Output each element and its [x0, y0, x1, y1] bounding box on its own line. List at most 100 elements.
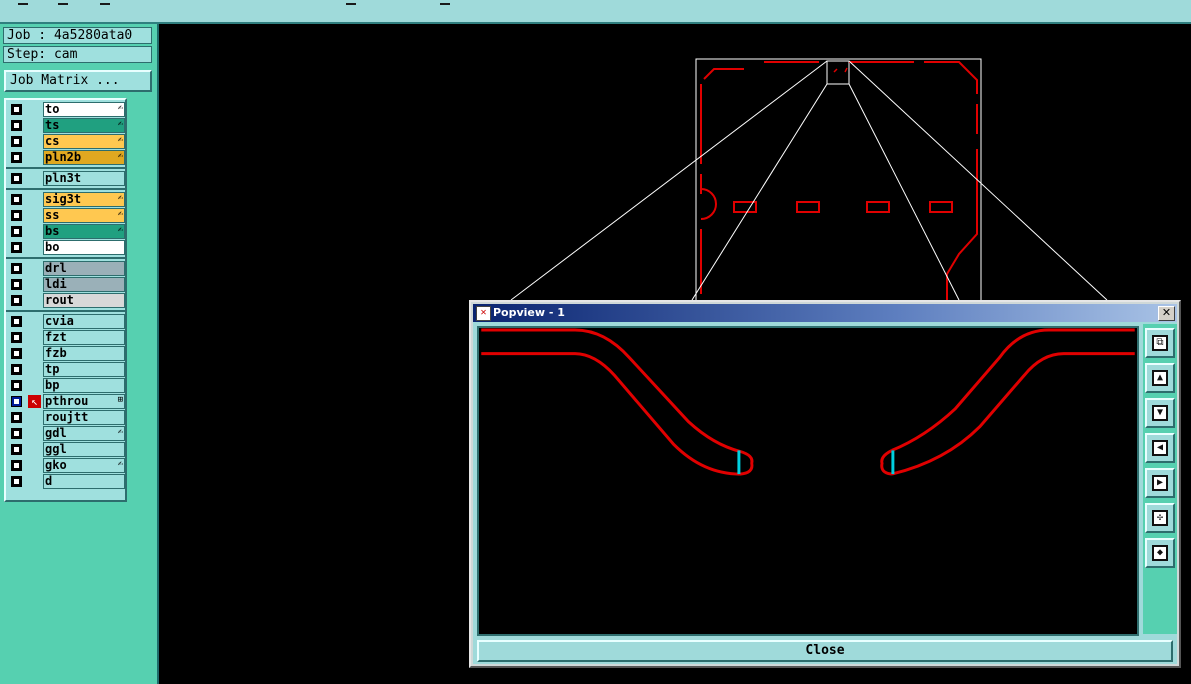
layer-row-ts[interactable]: ts ✍: [8, 118, 125, 133]
layer-checkbox[interactable]: [11, 380, 22, 391]
layer-row-drl[interactable]: drl: [8, 261, 125, 276]
layer-name[interactable]: gdl: [43, 426, 125, 441]
layer-row-pthrou[interactable]: ↖ pthrou ⊞: [8, 394, 125, 409]
edit-hand-icon: ✍: [117, 459, 123, 469]
layer-name[interactable]: ts: [43, 118, 125, 133]
zoom-home-button[interactable]: ◆: [1145, 538, 1175, 568]
pan-up-button[interactable]: ▲: [1145, 363, 1175, 393]
layer-checkbox[interactable]: [11, 348, 22, 359]
layer-checkbox[interactable]: [11, 428, 22, 439]
zoom-window-icon: ⧉: [1152, 335, 1168, 351]
layer-row-bo[interactable]: bo: [8, 240, 125, 255]
layer-name[interactable]: to: [43, 102, 125, 117]
layer-name[interactable]: bs: [43, 224, 125, 239]
layer-row-gko[interactable]: gko ✍: [8, 458, 125, 473]
layer-checkbox[interactable]: [11, 210, 22, 221]
layer-row-d[interactable]: d: [8, 474, 125, 489]
layer-row-ggl[interactable]: ggl: [8, 442, 125, 457]
popview-window[interactable]: ✕ Popview - 1 ✕ ⧉ ▲ ▼ ◀ ▶ ✣ ◆ Close: [469, 300, 1181, 668]
job-matrix-button[interactable]: Job Matrix ...: [4, 70, 152, 92]
zoom-out-button[interactable]: ✣: [1145, 503, 1175, 533]
layer-row-sig3t[interactable]: sig3t ✍: [8, 192, 125, 207]
layer-checkbox[interactable]: [11, 295, 22, 306]
edit-hand-icon: ✍: [117, 427, 123, 437]
layer-checkbox[interactable]: [11, 173, 22, 184]
layer-name[interactable]: bp: [43, 378, 125, 393]
layer-name[interactable]: rout: [43, 293, 125, 308]
close-button[interactable]: Close: [477, 640, 1173, 662]
layer-row-bs[interactable]: bs ✍: [8, 224, 125, 239]
close-icon[interactable]: ✕: [1158, 306, 1175, 321]
layer-list: to ✍ ts ✍ cs ✍ pln2b ✍ pln3t sig3t ✍ ss ✍ bs ✍ bo drl ldi…: [4, 98, 127, 502]
layer-name[interactable]: sig3t: [43, 192, 125, 207]
layer-name[interactable]: roujtt: [43, 410, 125, 425]
edit-hand-icon: ✍: [117, 225, 123, 235]
layer-name[interactable]: tp: [43, 362, 125, 377]
toolbar-fragment: [346, 3, 356, 5]
layer-checkbox[interactable]: [11, 152, 22, 163]
layer-row-tp[interactable]: tp: [8, 362, 125, 377]
zoom-home-icon: ◆: [1152, 545, 1168, 561]
expand-icon: ⊞: [117, 395, 123, 405]
pan-left-button[interactable]: ◀: [1145, 433, 1175, 463]
layer-name[interactable]: bo: [43, 240, 125, 255]
layer-checkbox[interactable]: [11, 136, 22, 147]
layer-checkbox[interactable]: [11, 460, 22, 471]
layer-row-to[interactable]: to ✍: [8, 102, 125, 117]
toolbar-fragment: [440, 3, 450, 5]
layer-checkbox[interactable]: [11, 242, 22, 253]
layer-row-rout[interactable]: rout: [8, 293, 125, 308]
pan-right-button[interactable]: ▶: [1145, 468, 1175, 498]
layer-name[interactable]: cs: [43, 134, 125, 149]
layer-checkbox[interactable]: [11, 263, 22, 274]
layer-row-fzt[interactable]: fzt: [8, 330, 125, 345]
layer-checkbox[interactable]: [11, 364, 22, 375]
popview-canvas[interactable]: [477, 326, 1139, 636]
layer-checkbox[interactable]: [11, 412, 22, 423]
layer-checkbox[interactable]: [11, 444, 22, 455]
layer-row-gdl[interactable]: gdl ✍: [8, 426, 125, 441]
layer-row-pln2b[interactable]: pln2b ✍: [8, 150, 125, 165]
layer-row-fzb[interactable]: fzb: [8, 346, 125, 361]
layer-row-roujtt[interactable]: roujtt: [8, 410, 125, 425]
layer-name[interactable]: pln2b: [43, 150, 125, 165]
layer-name[interactable]: gko: [43, 458, 125, 473]
layer-name[interactable]: pln3t: [43, 171, 125, 186]
layer-checkbox[interactable]: [11, 476, 22, 487]
popview-body: ⧉ ▲ ▼ ◀ ▶ ✣ ◆ Close: [473, 322, 1177, 664]
toolbar-fragment: [18, 3, 28, 5]
edit-hand-icon: ✍: [117, 209, 123, 219]
layer-checkbox[interactable]: [11, 396, 22, 407]
popview-toolbar: ⧉ ▲ ▼ ◀ ▶ ✣ ◆: [1143, 324, 1177, 634]
layer-row-cs[interactable]: cs ✍: [8, 134, 125, 149]
layer-name[interactable]: d: [43, 474, 125, 489]
layer-group-separator: [6, 167, 125, 169]
edit-hand-icon: ✍: [117, 193, 123, 203]
layer-row-bp[interactable]: bp: [8, 378, 125, 393]
layer-row-pln3t[interactable]: pln3t: [8, 171, 125, 186]
layer-row-cvia[interactable]: cvia: [8, 314, 125, 329]
zoom-window-button[interactable]: ⧉: [1145, 328, 1175, 358]
toolbar-fragment: [58, 3, 68, 5]
layer-row-ldi[interactable]: ldi: [8, 277, 125, 292]
layer-checkbox[interactable]: [11, 279, 22, 290]
layer-name[interactable]: ss: [43, 208, 125, 223]
popview-titlebar[interactable]: ✕ Popview - 1 ✕: [473, 304, 1177, 322]
layer-checkbox[interactable]: [11, 194, 22, 205]
zoom-out-icon: ✣: [1152, 510, 1168, 526]
layer-checkbox[interactable]: [11, 332, 22, 343]
layer-name[interactable]: ldi: [43, 277, 125, 292]
layer-name[interactable]: drl: [43, 261, 125, 276]
layer-name[interactable]: fzb: [43, 346, 125, 361]
layer-checkbox[interactable]: [11, 120, 22, 131]
layer-checkbox[interactable]: [11, 226, 22, 237]
layer-row-ss[interactable]: ss ✍: [8, 208, 125, 223]
layer-name[interactable]: ggl: [43, 442, 125, 457]
layer-name[interactable]: pthrou: [43, 394, 125, 409]
layer-name[interactable]: fzt: [43, 330, 125, 345]
pan-down-button[interactable]: ▼: [1145, 398, 1175, 428]
layer-checkbox[interactable]: [11, 316, 22, 327]
layer-checkbox[interactable]: [11, 104, 22, 115]
layer-name[interactable]: cvia: [43, 314, 125, 329]
window-icon: ✕: [476, 306, 491, 321]
